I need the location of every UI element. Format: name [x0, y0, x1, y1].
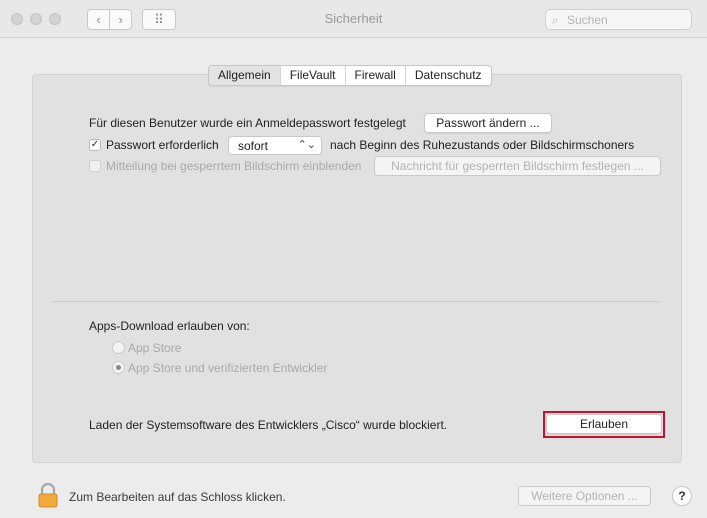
blocked-software-text: Laden der Systemsoftware des Entwicklers… — [89, 418, 448, 432]
radio-app-store-label: App Store — [128, 341, 182, 355]
advanced-options-button[interactable]: Weitere Optionen ... — [518, 486, 651, 506]
require-password-checkbox[interactable]: ✓ — [89, 139, 101, 151]
require-password-label: Passwort erforderlich — [106, 138, 219, 152]
require-password-select[interactable]: sofort ⌃⌄ — [228, 136, 322, 155]
require-password-value: sofort — [238, 139, 269, 153]
content-panel — [32, 74, 682, 463]
search-placeholder: Suchen — [567, 13, 608, 27]
radio-selected-dot — [116, 365, 121, 370]
help-button[interactable]: ? — [672, 486, 692, 506]
show-message-label: Mitteilung bei gesperrtem Bildschirm ein… — [106, 159, 362, 173]
radio-app-store-identified-label: App Store und verifizierten Entwickler — [128, 361, 328, 375]
select-arrows-icon: ⌃⌄ — [297, 139, 316, 151]
tab-allgemein[interactable]: Allgemein — [209, 66, 280, 85]
show-message-checkbox[interactable] — [89, 160, 101, 172]
apps-download-label: Apps-Download erlauben von: — [89, 319, 250, 333]
set-lock-message-button[interactable]: Nachricht für gesperrten Bildschirm fest… — [374, 156, 661, 176]
title-bar: ‹ › ⠿ Sicherheit ⌕ Suchen — [0, 0, 707, 38]
lock-hint-text: Zum Bearbeiten auf das Schloss klicken. — [69, 490, 286, 504]
search-icon: ⌕ — [552, 13, 559, 27]
lock-icon[interactable] — [38, 483, 58, 508]
separator — [52, 301, 661, 302]
tab-datenschutz[interactable]: Datenschutz — [404, 66, 491, 85]
after-sleep-text: nach Beginn des Ruhezustands oder Bildsc… — [330, 138, 635, 152]
password-set-text: Für diesen Benutzer wurde ein Anmeldepas… — [89, 116, 406, 130]
radio-app-store-identified[interactable] — [112, 361, 125, 374]
change-password-button[interactable]: Passwort ändern ... — [424, 113, 552, 133]
tab-bar: Allgemein FileVault Firewall Datenschutz — [208, 65, 492, 86]
allow-button-highlight — [543, 411, 665, 438]
search-field[interactable]: ⌕ Suchen — [545, 9, 692, 30]
tab-filevault[interactable]: FileVault — [279, 66, 345, 85]
radio-app-store[interactable] — [112, 341, 125, 354]
tab-firewall[interactable]: Firewall — [344, 66, 405, 85]
